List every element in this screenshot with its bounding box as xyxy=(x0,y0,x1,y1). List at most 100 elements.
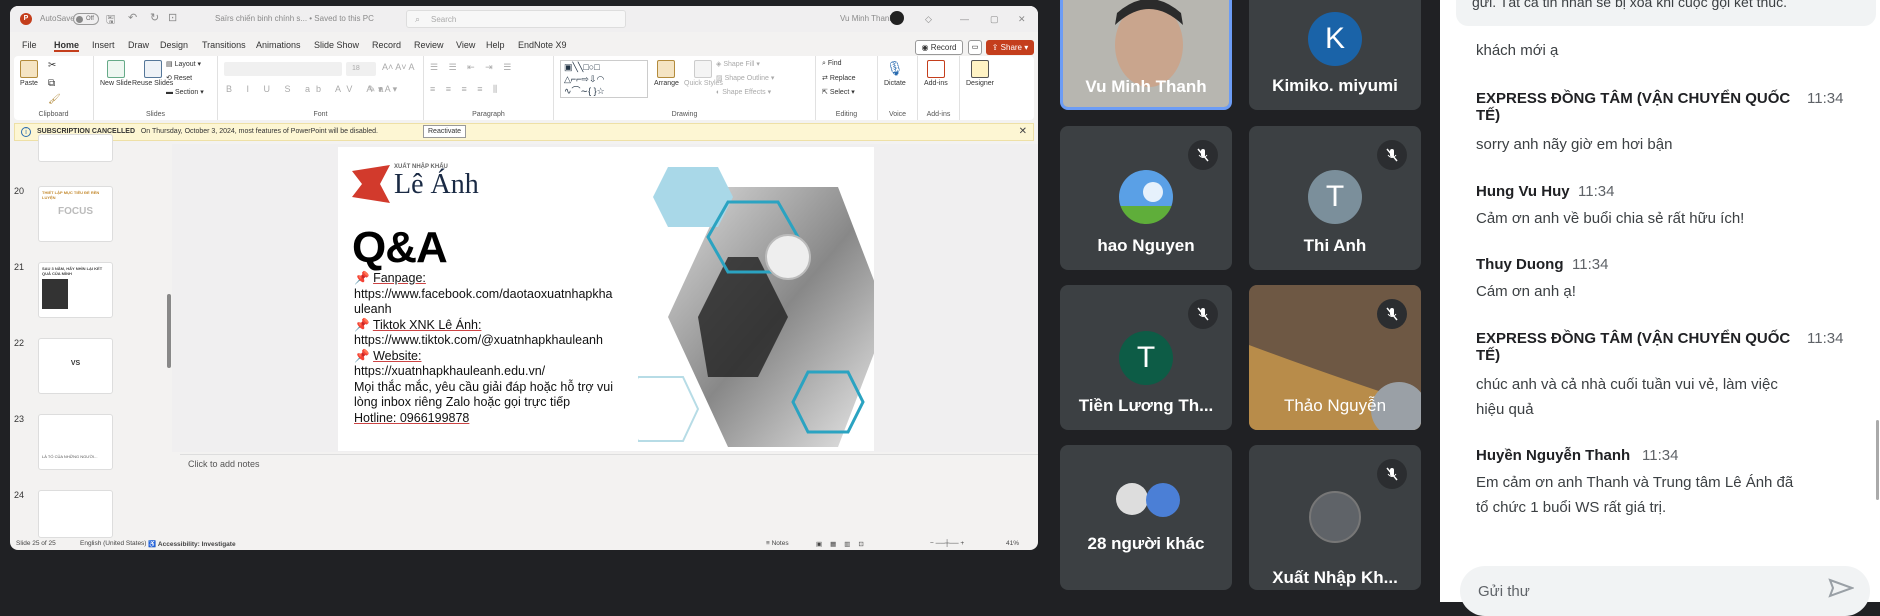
tab-view[interactable]: View xyxy=(456,40,475,50)
copy-icon[interactable]: ⧉ xyxy=(48,78,55,89)
autosave-toggle[interactable]: Off xyxy=(73,13,99,25)
close-icon[interactable]: ✕ xyxy=(1018,14,1026,25)
slide[interactable]: XUẤT NHẬP KHẨU Lê Ánh Q&A 📌 Fanpage: htt… xyxy=(338,147,874,451)
format-painter-icon[interactable]: 🖌 xyxy=(48,94,61,105)
tab-draw[interactable]: Draw xyxy=(128,40,149,50)
notes-pane[interactable]: Click to add notes xyxy=(180,454,1038,534)
body-line: 📌 Tiktok XNK Lê Ánh: xyxy=(354,318,614,334)
list-buttons[interactable]: ☰ ☰ ⇤ ⇥ ☰ xyxy=(430,62,515,73)
grow-font-icon[interactable]: A˄ A˅ A xyxy=(382,62,415,72)
tab-slide-show[interactable]: Slide Show xyxy=(314,40,359,50)
font-name-select[interactable] xyxy=(224,62,342,76)
select-button[interactable]: ⇱ Select ▾ xyxy=(822,88,855,96)
layout-label: Layout xyxy=(174,61,196,68)
maximize-icon[interactable]: ▢ xyxy=(990,14,999,25)
slide-thumbnail[interactable] xyxy=(38,134,113,162)
participant-tile[interactable]: T Thi Anh xyxy=(1249,126,1421,270)
thumbnail-title: THIẾT LẬP MỤC TIÊU ĐỂ RÈN LUYỆN xyxy=(42,190,100,200)
tab-transitions[interactable]: Transitions xyxy=(202,40,246,50)
send-icon[interactable] xyxy=(1828,578,1854,598)
zoom-slider[interactable]: − ──┼── + xyxy=(930,540,964,547)
font-size-select[interactable]: 18 xyxy=(346,62,376,76)
participant-tile[interactable]: hao Nguyen xyxy=(1060,126,1232,270)
document-title[interactable]: Saïrs chiến binh chính s... • Saved to t… xyxy=(215,14,374,23)
record-button[interactable]: ◉ Record xyxy=(915,40,963,55)
participant-group-tile[interactable]: 28 người khác xyxy=(1060,445,1232,590)
powerpoint-window: P AutoSave Off 🖫 ↶ ↻ ⊡ Saïrs chiến binh … xyxy=(10,6,1038,550)
language[interactable]: English (United States) xyxy=(80,540,146,547)
slide-thumbnail[interactable]: THIẾT LẬP MỤC TIÊU ĐỂ RÈN LUYỆN FOCUS xyxy=(38,186,113,242)
tab-review[interactable]: Review xyxy=(414,40,444,50)
participant-tile[interactable]: K Kimiko. miyumi xyxy=(1249,0,1421,110)
tab-help[interactable]: Help xyxy=(486,40,505,50)
reactivate-button[interactable]: Reactivate xyxy=(423,125,467,138)
accessibility-status[interactable]: ♿ Accessibility: Investigate xyxy=(148,540,236,548)
participant-tile[interactable]: T Tiền Lương Th... xyxy=(1060,285,1232,430)
tab-home[interactable]: Home xyxy=(54,40,80,52)
participant-name: Tiền Lương Th... xyxy=(1078,396,1214,415)
highlight-icon[interactable]: ✎ ▾ A ▾ xyxy=(368,84,397,95)
designer-label: Designer xyxy=(966,80,995,87)
dictate-button[interactable]: 🎙 Dictate xyxy=(884,60,906,87)
tab-insert[interactable]: Insert xyxy=(92,40,115,50)
minimize-icon[interactable]: — xyxy=(960,14,969,24)
participant-name: Kimiko. miyumi xyxy=(1272,76,1398,95)
thumbnails-scrollbar[interactable] xyxy=(167,294,171,368)
slide-thumbnail[interactable]: SAU 3 NĂM, HÃY NHÌN LẠI KẾT QUẢ CỦA MÌNH xyxy=(38,262,113,318)
shapes-gallery[interactable]: ▣╲╲□○□ △⌐⌐⇨⇩◠ ∿⌒∼{ }☆ xyxy=(560,60,648,98)
chat-input-placeholder: Gửi thư xyxy=(1478,583,1530,600)
section-button[interactable]: ▬ Section ▾ xyxy=(166,88,204,96)
tab-record[interactable]: Record xyxy=(372,40,401,50)
search-placeholder: Search xyxy=(431,15,457,24)
view-buttons[interactable]: ▣▦▥⊡ xyxy=(816,540,872,548)
slide-thumbnail[interactable] xyxy=(38,490,113,538)
participant-tile[interactable]: Vu Minh Thanh xyxy=(1060,0,1232,110)
close-icon[interactable]: ✕ xyxy=(1019,126,1027,137)
user-avatar[interactable] xyxy=(890,11,904,25)
zoom-level[interactable]: 41% xyxy=(1006,540,1019,547)
notes-button[interactable]: ≡ Notes xyxy=(766,540,789,547)
designer-button[interactable]: Designer xyxy=(966,60,994,87)
paste-button[interactable]: Paste xyxy=(20,60,38,87)
powerpoint-logo-icon: P xyxy=(20,13,32,25)
find-button[interactable]: ⌕ Find xyxy=(822,60,842,68)
comments-button[interactable]: ▭ xyxy=(968,40,982,55)
paste-icon xyxy=(20,60,38,78)
layout-button[interactable]: ▤ Layout ▾ xyxy=(166,60,201,68)
align-buttons[interactable]: ≡ ≡ ≡ ≡ ⫼ xyxy=(430,84,501,95)
body-line: 📌 Fanpage: xyxy=(354,271,614,287)
tab-design[interactable]: Design xyxy=(160,40,188,50)
reset-button[interactable]: ⟲ Reset xyxy=(166,74,192,82)
tab-animations[interactable]: Animations xyxy=(256,40,301,50)
shape-effects-button[interactable]: ◐ Shape Effects ▾ xyxy=(716,88,771,96)
chat-scrollbar[interactable] xyxy=(1876,420,1879,500)
addins-button[interactable]: Add-ins xyxy=(924,60,948,87)
chat-message-input[interactable]: Gửi thư xyxy=(1460,566,1870,616)
participant-tile[interactable]: Xuất Nhập Kh... xyxy=(1249,445,1421,590)
shape-fill-button[interactable]: ◈ Shape Fill ▾ xyxy=(716,60,760,68)
diamond-icon[interactable]: ◇ xyxy=(925,14,932,25)
search-input[interactable]: ⌕ Search xyxy=(406,10,626,28)
font-format-buttons[interactable]: B I U S ab AV Aa xyxy=(226,84,389,94)
replace-button[interactable]: ⇄ Replace xyxy=(822,74,856,82)
save-icon[interactable]: 🖫 xyxy=(106,11,115,30)
tab-endnote[interactable]: EndNote X9 xyxy=(518,40,567,50)
avatar xyxy=(1119,170,1173,224)
share-button[interactable]: ⇪ Share ▾ xyxy=(986,40,1034,55)
new-slide-button[interactable]: New Slide xyxy=(100,60,132,87)
redo-icon[interactable]: ↻ xyxy=(150,11,159,24)
undo-icon[interactable]: ↶ xyxy=(128,11,137,24)
slide-thumbnail[interactable]: VS xyxy=(38,338,113,394)
tab-file[interactable]: File xyxy=(22,40,37,50)
slide-thumbnail[interactable]: LÀ TỐ CỦA NHỮNG NGƯỜI... xyxy=(38,414,113,470)
present-icon[interactable]: ⊡ xyxy=(168,11,177,24)
chat-panel: gửi. Tất cả tin nhắn sẽ bị xóa khi cuộc … xyxy=(1440,0,1880,616)
cut-icon[interactable]: ✂ xyxy=(48,60,56,71)
participant-tile[interactable]: Thảo Nguyễn xyxy=(1249,285,1421,430)
paragraph-group: ☰ ☰ ⇤ ⇥ ☰ ≡ ≡ ≡ ≡ ⫼ Paragraph xyxy=(424,56,554,120)
arrange-button[interactable]: Arrange xyxy=(654,60,679,87)
shape-outline-button[interactable]: ▨ Shape Outline ▾ xyxy=(716,74,774,82)
drawing-group: ▣╲╲□○□ △⌐⌐⇨⇩◠ ∿⌒∼{ }☆ Arrange Quick Styles… xyxy=(554,56,816,120)
muted-icon xyxy=(1377,299,1407,329)
user-name[interactable]: Vu Minh Thanh xyxy=(840,14,894,23)
